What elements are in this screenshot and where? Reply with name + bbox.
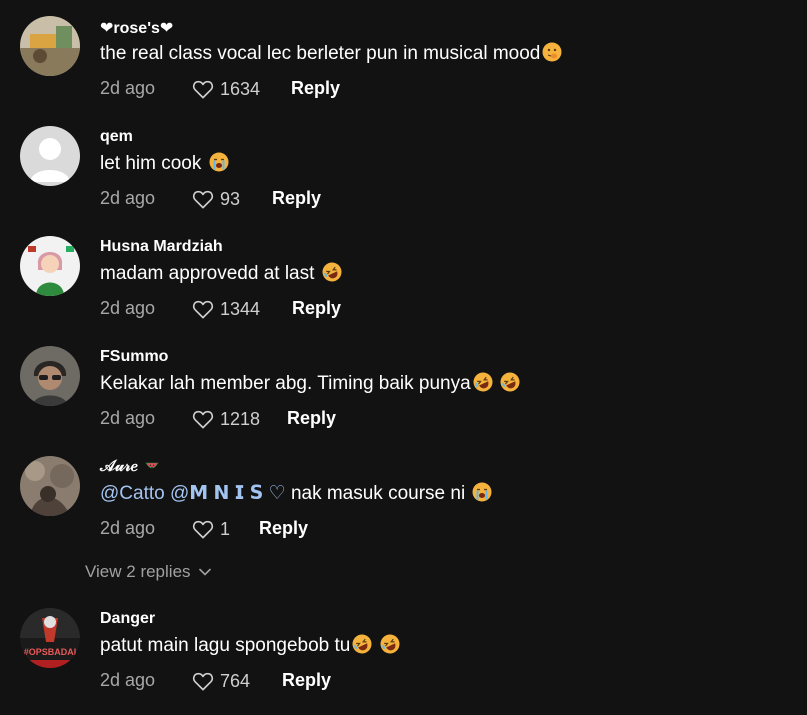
like-button[interactable]: 93 [192,188,240,210]
reply-button[interactable]: Reply [282,670,331,691]
rofl-face-icon [500,372,520,392]
like-button[interactable]: 1218 [192,408,260,430]
comment-item: #OPSBADAI Danger patut main lagu spongeb… [20,608,790,698]
reply-button[interactable]: Reply [259,518,308,539]
timestamp: 2d ago [100,518,156,538]
like-count: 1344 [220,298,261,319]
username[interactable]: qem [100,128,133,146]
reply-button[interactable]: Reply [291,78,340,99]
heart-icon [192,672,214,691]
avatar-logo-text: #OPSBADAI [24,647,77,657]
like-count: 1 [220,518,231,539]
comment-item: Husna Mardziah madam approvedd at last 2… [20,236,790,326]
comment-item: ❤︎rose's❤︎ the real class vocal lec berl… [20,16,790,106]
timestamp: 2d ago [100,408,156,428]
timestamp: 2d ago [100,670,156,690]
mention-link[interactable]: @Catto [100,483,165,504]
username[interactable]: Danger [100,610,155,628]
rofl-face-icon [322,262,342,282]
comment-item: qem let him cook 2d ago 93 Reply [20,126,790,216]
username[interactable]: Husna Mardziah [100,238,223,256]
watermelon-icon [145,462,159,469]
mention-link[interactable]: @𝗠 𝗡 𝗜 𝗦 ♡ [170,483,286,504]
view-replies-button[interactable]: View 2 replies [85,562,211,582]
comment-text: madam approvedd at last [100,262,342,285]
user-avatar[interactable] [20,16,80,76]
comment-item: FSummo Kelakar lah member abg. Timing ba… [20,346,790,436]
user-avatar[interactable] [20,126,80,186]
loudly-crying-face-icon [209,152,229,172]
like-count: 93 [220,188,241,209]
like-button[interactable]: 764 [192,670,250,692]
like-count: 1634 [220,78,261,99]
rofl-face-icon [352,634,372,654]
like-button[interactable]: 1 [192,518,230,540]
timestamp: 2d ago [100,188,156,208]
timestamp: 2d ago [100,298,156,318]
like-button[interactable]: 1634 [192,78,260,100]
username[interactable]: ❤︎rose's❤︎ [100,18,173,38]
reply-button[interactable]: Reply [287,408,336,429]
like-button[interactable]: 1344 [192,298,260,320]
username[interactable]: FSummo [100,348,168,366]
timestamp: 2d ago [100,78,156,98]
comment-text: the real class vocal lec berleter pun in… [100,42,562,65]
heart-icon [192,410,214,429]
user-avatar[interactable] [20,236,80,296]
reply-button[interactable]: Reply [292,298,341,319]
loudly-crying-face-icon [472,482,492,502]
comment-text: Kelakar lah member abg. Timing baik puny… [100,372,520,395]
rofl-face-icon [473,372,493,392]
heart-icon [192,80,214,99]
comment-text: let him cook [100,152,229,175]
username[interactable]: 𝒜𝓊𝓇𝑒 [100,458,160,476]
reply-button[interactable]: Reply [272,188,321,209]
comment-text: patut main lagu spongebob tu [100,634,400,657]
rofl-face-icon [380,634,400,654]
view-replies-label: View 2 replies [85,562,191,581]
shushing-face-icon [542,42,562,62]
like-count: 1218 [220,408,261,429]
like-count: 764 [220,670,251,691]
comment-item: 𝒜𝓊𝓇𝑒 @Catto @𝗠 𝗡 𝗜 𝗦 ♡ nak masuk course … [20,456,790,546]
comment-text: @Catto @𝗠 𝗡 𝗜 𝗦 ♡ nak masuk course ni [100,482,492,505]
chevron-down-icon [198,568,211,576]
user-avatar[interactable] [20,346,80,406]
user-avatar[interactable]: #OPSBADAI [20,608,80,668]
heart-icon [192,520,214,539]
heart-icon [192,300,214,319]
heart-icon [192,190,214,209]
user-avatar[interactable] [20,456,80,516]
